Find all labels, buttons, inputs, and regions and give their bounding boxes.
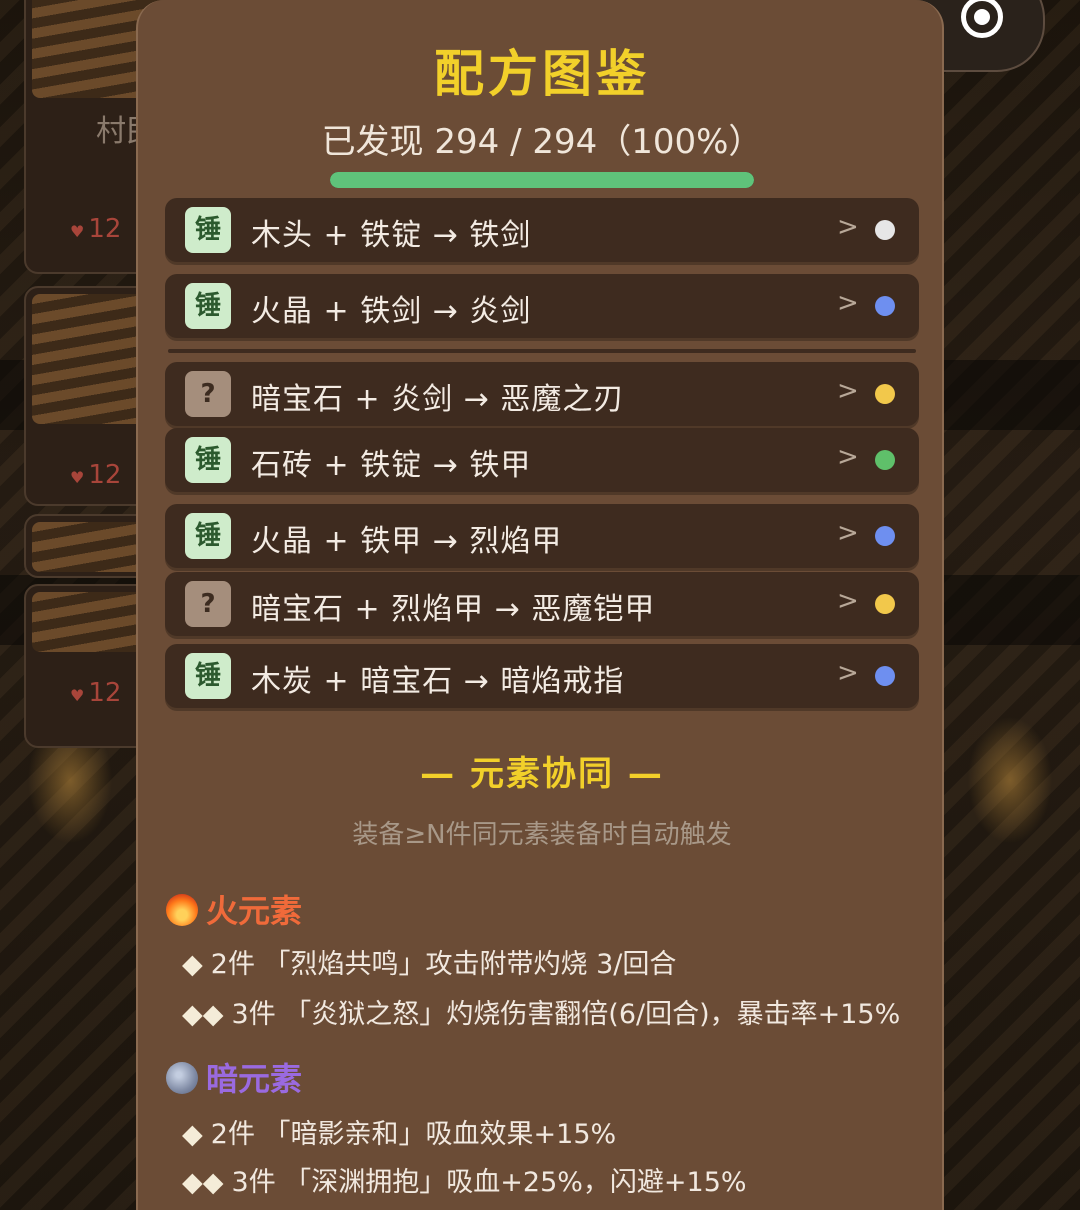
recipe-text: 火晶 + 铁剑 → 炎剑 [251,294,532,329]
hammer-badge-icon: 锤 [185,653,231,699]
dark-orb-icon [166,1062,198,1094]
recipe-text: 暗宝石 + 烈焰甲 → 恶魔铠甲 [251,592,656,627]
bonus-text: 2件 「烈焰共鸣」攻击附带灼烧 3/回合 [210,949,677,980]
page-title: 配方图鉴 [434,45,650,103]
recipe-row[interactable]: 锤 木头 + 铁锭 → 铁剑 > [165,198,919,262]
fire-element-heading: 火元素 [166,886,302,932]
rarity-dot [875,666,895,686]
hammer-badge-icon: 锤 [185,283,231,329]
bonus-text: 2件 「暗影亲和」吸血效果+15% [210,1119,617,1150]
discovery-progress-bar [330,172,754,188]
card-hp: 12 [70,460,121,490]
recipe-text: 木头 + 铁锭 → 铁剑 [251,218,532,253]
unknown-badge-icon: ? [185,581,231,627]
chevron-right-icon: > [837,212,859,242]
hammer-badge-icon: 锤 [185,513,231,559]
chevron-right-icon: > [837,288,859,318]
card-hp: 12 [70,678,121,708]
rarity-dot [875,450,895,470]
fire-icon [166,894,198,926]
recipe-row[interactable]: 锤 火晶 + 铁甲 → 烈焰甲 > [165,504,919,568]
dark-element-heading: 暗元素 [166,1054,302,1100]
chevron-right-icon: > [837,586,859,616]
diamond-icon: ◆◆ [182,1167,224,1198]
bonus-text: 3件 「炎狱之怒」灼烧伤害翻倍(6/回合)，暴击率+15% [231,999,901,1030]
rarity-dot [875,594,895,614]
synergy-bonus: ◆◆ 3件 「炎狱之怒」灼烧伤害翻倍(6/回合)，暴击率+15% [182,992,900,1031]
recipe-row[interactable]: 锤 木炭 + 暗宝石 → 暗焰戒指 > [165,644,919,708]
recipe-row[interactable]: ? 暗宝石 + 炎剑 → 恶魔之刃 > [165,362,919,426]
rarity-dot [875,220,895,240]
chevron-right-icon: > [837,658,859,688]
chevron-right-icon: > [837,442,859,472]
unknown-badge-icon: ? [185,371,231,417]
recipe-row[interactable]: 锤 火晶 + 铁剑 → 炎剑 > [165,274,919,338]
recipe-book-panel: 配方图鉴 已发现 294 / 294（100%） 锤 木头 + 铁锭 → 铁剑 … [136,0,944,1210]
diamond-icon: ◆ [182,1119,203,1150]
progress-fill [330,172,754,188]
hammer-badge-icon: 锤 [185,437,231,483]
bonus-text: 3件 「深渊拥抱」吸血+25%，闪避+15% [231,1167,747,1198]
synergy-subtitle: 装备≥N件同元素装备时自动触发 [352,820,732,850]
synergy-section-title: — 元素协同 — [420,754,664,794]
hammer-badge-icon: 锤 [185,207,231,253]
recipe-row[interactable]: ? 暗宝石 + 烈焰甲 → 恶魔铠甲 > [165,572,919,636]
discovered-count: 已发现 294 / 294（100%） [321,122,763,162]
chevron-right-icon: > [837,376,859,406]
synergy-bonus: ◆ 2件 「烈焰共鸣」攻击附带灼烧 3/回合 [182,942,676,981]
card-hp: 12 [70,214,121,244]
rarity-dot [875,384,895,404]
chevron-right-icon: > [837,518,859,548]
rarity-dot [875,526,895,546]
recipe-text: 暗宝石 + 炎剑 → 恶魔之刃 [251,382,625,417]
synergy-bonus: ◆ 2件 「暗影亲和」吸血效果+15% [182,1112,616,1151]
recipe-text: 石砖 + 铁锭 → 铁甲 [251,448,532,483]
recipe-text: 火晶 + 铁甲 → 烈焰甲 [251,524,563,559]
diamond-icon: ◆ [182,949,203,980]
diamond-icon: ◆◆ [182,999,224,1030]
rarity-dot [875,296,895,316]
recipe-text: 木炭 + 暗宝石 → 暗焰戒指 [251,664,625,699]
element-name: 火元素 [206,892,303,930]
section-divider [168,349,916,353]
recipe-row[interactable]: 锤 石砖 + 铁锭 → 铁甲 > [165,428,919,492]
synergy-bonus: ◆◆ 3件 「深渊拥抱」吸血+25%，闪避+15% [182,1160,747,1199]
target-close-icon[interactable] [961,0,1003,38]
element-name: 暗元素 [206,1060,303,1098]
